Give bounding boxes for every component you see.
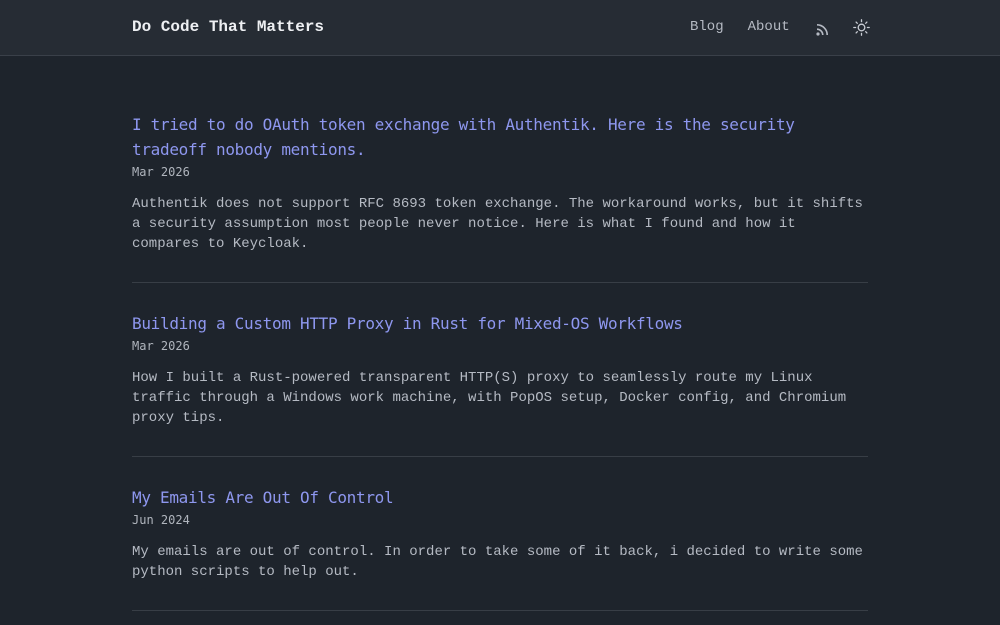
post-list: I tried to do OAuth token exchange with … bbox=[132, 112, 868, 611]
post-summary: My emails are out of control. In order t… bbox=[132, 544, 863, 580]
nav-blog-link[interactable]: Blog bbox=[690, 17, 724, 37]
site-header: Do Code That Matters Blog About bbox=[0, 0, 1000, 56]
rss-icon[interactable] bbox=[816, 21, 829, 36]
post-date: Mar 2026 bbox=[132, 165, 190, 179]
main-nav: Blog About bbox=[690, 17, 870, 37]
site-title[interactable]: Do Code That Matters bbox=[132, 17, 324, 37]
post-item: My Emails Are Out Of Control Jun 2024 My… bbox=[132, 457, 868, 611]
post-date: Jun 2024 bbox=[132, 513, 190, 527]
post-date: Mar 2026 bbox=[132, 339, 190, 353]
post-title-link[interactable]: My Emails Are Out Of Control bbox=[132, 485, 868, 510]
post-summary: Authentik does not support RFC 8693 toke… bbox=[132, 196, 863, 252]
post-item: I tried to do OAuth token exchange with … bbox=[132, 112, 868, 283]
nav-about-link[interactable]: About bbox=[748, 17, 790, 37]
post-title-link[interactable]: Building a Custom HTTP Proxy in Rust for… bbox=[132, 311, 868, 336]
post-item: Building a Custom HTTP Proxy in Rust for… bbox=[132, 283, 868, 457]
post-summary: How I built a Rust-powered transparent H… bbox=[132, 370, 847, 426]
post-title-link[interactable]: I tried to do OAuth token exchange with … bbox=[132, 112, 868, 162]
sun-icon[interactable] bbox=[852, 18, 870, 36]
